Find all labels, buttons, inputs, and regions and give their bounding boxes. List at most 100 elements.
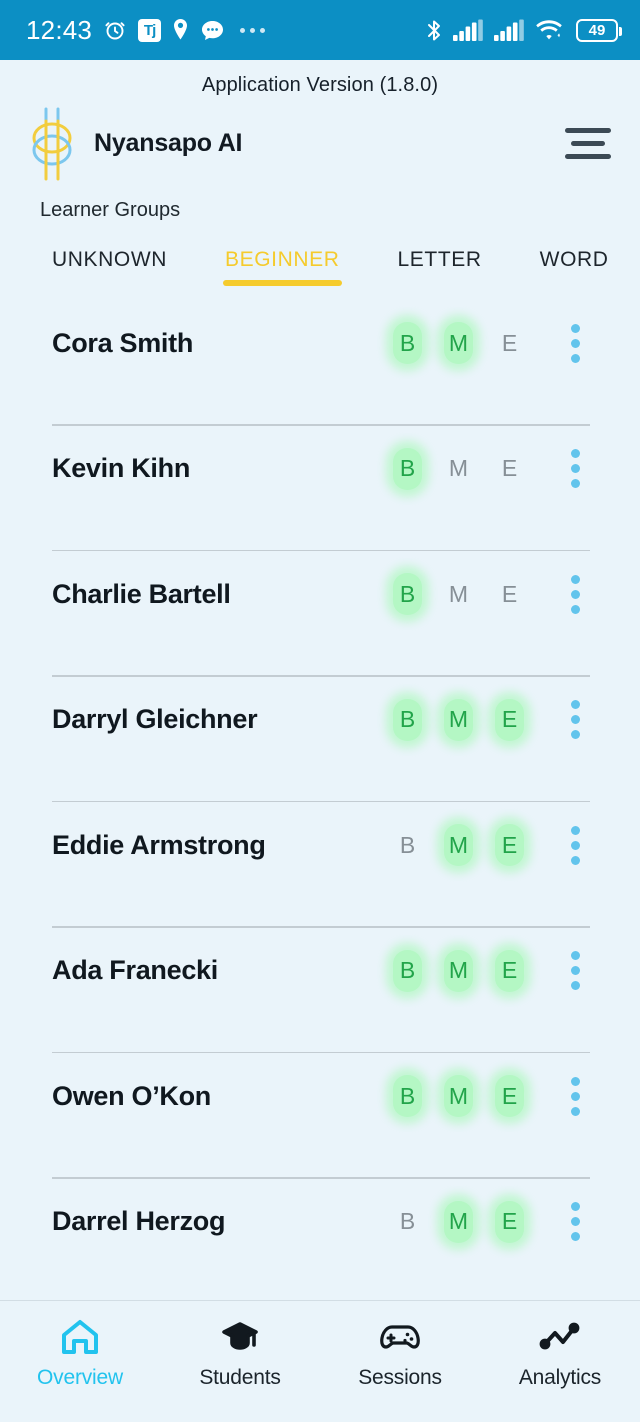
- level-badge-beginner[interactable]: B: [393, 1201, 422, 1243]
- level-badge-middle[interactable]: M: [444, 573, 473, 615]
- level-badge-end[interactable]: E: [495, 448, 524, 490]
- status-bar-left: 12:43 Tj: [26, 17, 266, 43]
- row-overflow-menu-icon[interactable]: [560, 699, 590, 741]
- student-list: Cora Smith B M E Kevin Kihn B M E Charlie Bartel…: [0, 300, 640, 1300]
- level-badges: BME: [393, 447, 524, 490]
- nav-label-students: Students: [199, 1366, 281, 1389]
- location-pin-icon: [172, 18, 189, 42]
- learner-groups-label: Learner Groups: [40, 199, 181, 221]
- level-badge-middle[interactable]: M: [444, 448, 473, 490]
- row-overflow-menu-icon[interactable]: [560, 448, 590, 490]
- level-badge-end[interactable]: E: [495, 949, 524, 992]
- row-overflow-menu-icon[interactable]: [560, 824, 590, 866]
- level-badge-beginner[interactable]: B: [393, 447, 422, 490]
- signal-bars-sim1-icon: [453, 19, 483, 41]
- table-row[interactable]: Charlie Bartell B M E: [52, 551, 590, 677]
- nyansapo-logo-icon: [26, 105, 78, 181]
- hamburger-menu-icon[interactable]: [562, 122, 614, 164]
- alarm-clock-icon: [103, 18, 127, 42]
- app-bar: Nyansapo AI: [0, 97, 640, 183]
- row-overflow-menu-icon[interactable]: [560, 1201, 590, 1243]
- learner-group-tabs: UNKNOWN BEGINNER LETTER WORD PAR: [52, 222, 640, 300]
- level-badges: BME: [393, 322, 524, 364]
- student-name: Owen O’Kon: [52, 1080, 212, 1111]
- student-row-content: Cora Smith B M E: [52, 300, 590, 386]
- nav-item-students[interactable]: Students: [160, 1317, 320, 1390]
- student-row-content: Owen O’Kon B M E: [52, 1053, 590, 1139]
- table-row[interactable]: Kevin Kihn B M E: [52, 426, 590, 551]
- bottom-navigation: Overview Students Sessions Analytics: [0, 1300, 640, 1422]
- student-name: Ada Franecki: [52, 955, 218, 985]
- nav-item-analytics[interactable]: Analytics: [480, 1317, 640, 1390]
- student-row-content: Eddie Armstrong B M E: [52, 802, 590, 888]
- table-row[interactable]: Darrel Herzog B M E: [52, 1179, 590, 1301]
- level-badges: BME: [393, 949, 524, 992]
- table-row[interactable]: Owen O’Kon B M E: [52, 1053, 590, 1179]
- nav-item-overview[interactable]: Overview: [0, 1317, 160, 1390]
- home-icon: [60, 1317, 100, 1357]
- student-row-content: Darrel Herzog B M E: [52, 1179, 590, 1265]
- level-badge-middle[interactable]: M: [444, 824, 473, 866]
- status-bar: 12:43 Tj 49: [0, 0, 640, 60]
- line-chart-icon: [538, 1317, 582, 1357]
- level-badge-beginner[interactable]: B: [393, 698, 422, 741]
- student-name: Kevin Kihn: [52, 453, 191, 483]
- level-badges: BME: [393, 1200, 524, 1243]
- level-badge-end[interactable]: E: [495, 824, 524, 866]
- level-badge-beginner[interactable]: B: [393, 1075, 422, 1117]
- row-overflow-menu-icon[interactable]: [560, 1075, 590, 1117]
- nav-item-sessions[interactable]: Sessions: [320, 1317, 480, 1390]
- wifi-icon: [535, 19, 563, 41]
- student-name: Eddie Armstrong: [52, 829, 266, 860]
- level-badge-end[interactable]: E: [495, 698, 524, 741]
- app-title: Nyansapo AI: [94, 128, 243, 157]
- table-row[interactable]: Ada Franecki B M E: [52, 928, 590, 1053]
- signal-bars-sim2-icon: [494, 19, 524, 41]
- student-row-content: Charlie Bartell B M E: [52, 551, 590, 637]
- level-badge-middle[interactable]: M: [444, 949, 473, 992]
- level-badge-end[interactable]: E: [495, 573, 524, 615]
- level-badges: BME: [393, 824, 524, 866]
- level-badge-end[interactable]: E: [495, 322, 524, 364]
- tab-beginner[interactable]: BEGINNER: [223, 248, 342, 286]
- table-row[interactable]: Darryl Gleichner B M E: [52, 677, 590, 802]
- student-row-content: Kevin Kihn B M E: [52, 426, 590, 512]
- level-badge-middle[interactable]: M: [444, 1075, 473, 1117]
- row-overflow-menu-icon[interactable]: [560, 573, 590, 615]
- chat-bubble-icon: [200, 18, 225, 42]
- level-badge-beginner[interactable]: B: [393, 322, 422, 364]
- status-bar-right: 49: [426, 18, 622, 43]
- table-row[interactable]: Cora Smith B M E: [52, 300, 590, 426]
- app-screen: 12:43 Tj 49 Application Version (1.8.0) …: [0, 0, 640, 1422]
- tab-unknown[interactable]: UNKNOWN: [52, 248, 167, 286]
- level-badges: BME: [393, 573, 524, 615]
- level-badge-end[interactable]: E: [495, 1075, 524, 1117]
- level-badge-middle[interactable]: M: [444, 698, 473, 741]
- student-row-content: Darryl Gleichner B M E: [52, 677, 590, 763]
- battery-percent-label: 49: [588, 21, 606, 39]
- level-badge-beginner[interactable]: B: [393, 824, 422, 866]
- brand: Nyansapo AI: [26, 105, 562, 181]
- student-row-content: Ada Franecki B M E: [52, 928, 590, 1014]
- level-badge-end[interactable]: E: [495, 1200, 524, 1243]
- nav-label-overview: Overview: [37, 1366, 123, 1389]
- app-version-label: Application Version (1.8.0): [201, 74, 439, 96]
- level-badges: BME: [393, 1075, 524, 1117]
- level-badge-beginner[interactable]: B: [393, 573, 422, 615]
- microsoft-teams-icon: Tj: [138, 18, 162, 42]
- level-badge-middle[interactable]: M: [444, 322, 473, 364]
- student-name: Cora Smith: [52, 327, 194, 358]
- row-overflow-menu-icon[interactable]: [560, 322, 590, 364]
- level-badge-middle[interactable]: M: [444, 1200, 473, 1243]
- tab-letter[interactable]: LETTER: [398, 248, 482, 286]
- nav-label-analytics: Analytics: [518, 1366, 602, 1389]
- table-row[interactable]: Eddie Armstrong B M E: [52, 802, 590, 928]
- student-name: Charlie Bartell: [52, 578, 231, 609]
- battery-icon: 49: [576, 18, 622, 42]
- level-badge-beginner[interactable]: B: [393, 949, 422, 992]
- row-overflow-menu-icon[interactable]: [560, 950, 590, 992]
- more-dots-icon: [240, 27, 266, 33]
- tab-word[interactable]: WORD: [540, 248, 609, 286]
- bluetooth-icon: [426, 18, 442, 43]
- student-name: Darryl Gleichner: [52, 704, 258, 734]
